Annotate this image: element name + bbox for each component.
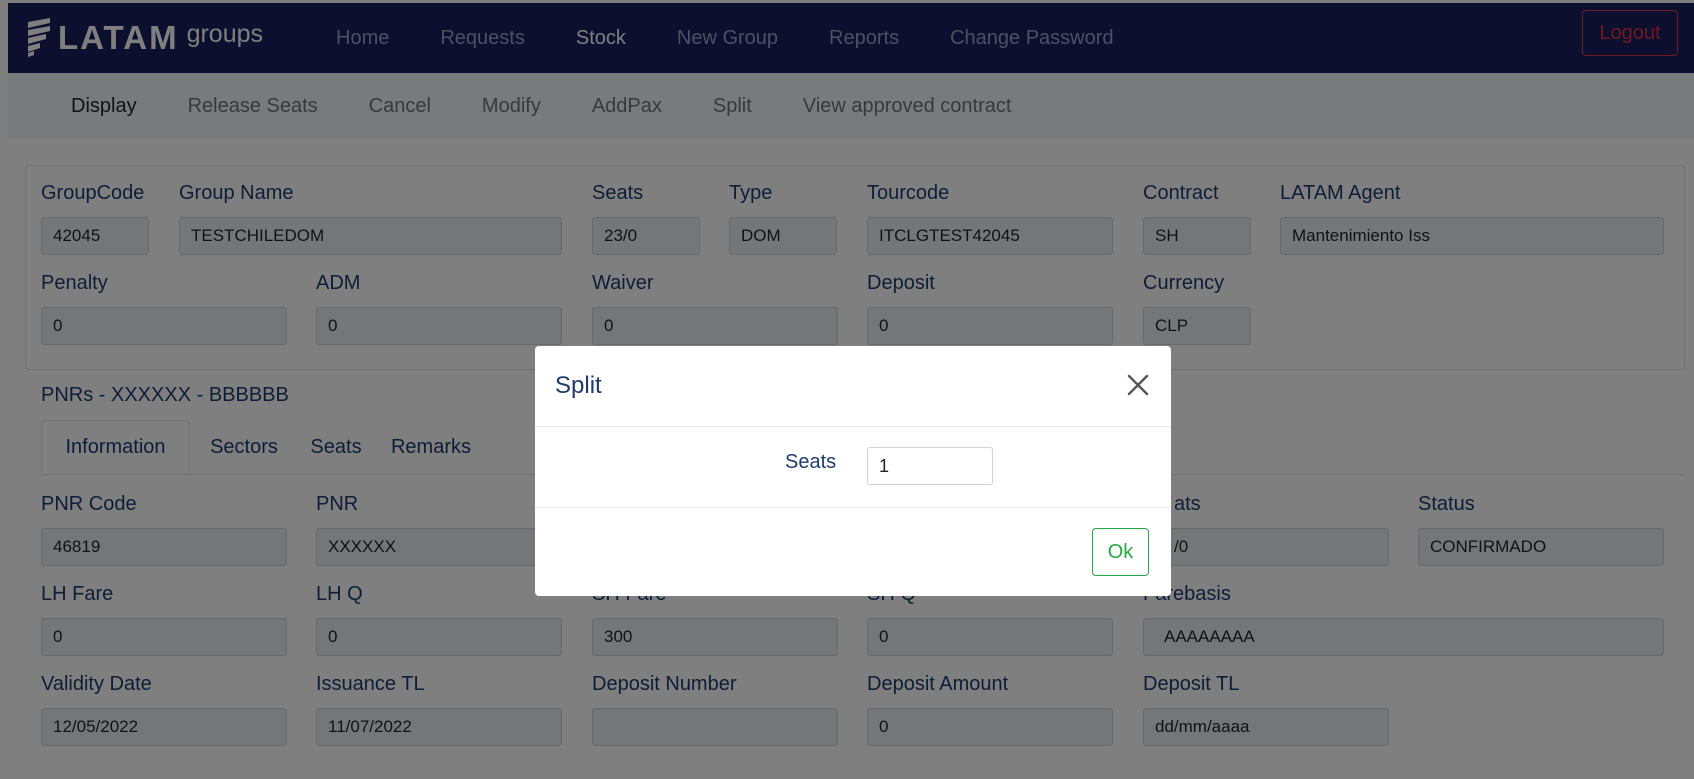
modal-body: Seats <box>535 427 1171 508</box>
close-icon[interactable] <box>1125 372 1151 398</box>
modal-title: Split <box>555 372 602 399</box>
modal-seats-label: Seats <box>785 451 837 473</box>
ok-button[interactable]: Ok <box>1092 528 1149 576</box>
modal-header: Split <box>535 346 1171 427</box>
modal-seats-input[interactable] <box>867 447 993 485</box>
split-modal: Split Seats Ok <box>535 346 1171 596</box>
